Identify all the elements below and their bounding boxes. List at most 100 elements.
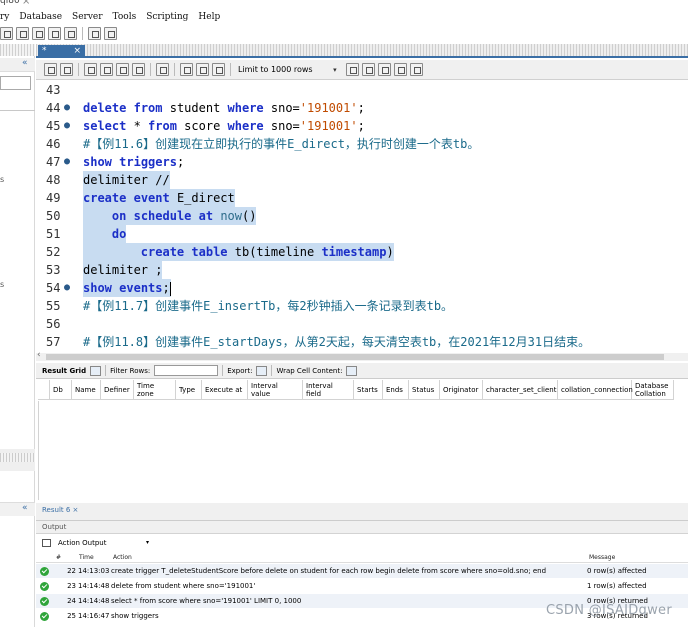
column-header[interactable]: Status — [409, 380, 440, 400]
toggle-error-icon[interactable] — [156, 63, 169, 76]
code-text[interactable]: create table tb(timeline timestamp) — [83, 243, 394, 261]
column-header[interactable]: collation_connection — [558, 380, 633, 400]
reconnect-icon[interactable] — [104, 27, 117, 40]
new-sql-tab-icon[interactable] — [0, 27, 13, 40]
column-header[interactable]: Originator — [440, 380, 483, 400]
wrap-cell-icon[interactable] — [346, 365, 358, 376]
column-header[interactable]: Name — [72, 380, 101, 400]
export-icon[interactable] — [256, 365, 268, 376]
tree-item-fragment[interactable]: s — [0, 175, 4, 184]
code-text[interactable]: do — [83, 225, 127, 243]
new-schema-icon[interactable] — [32, 27, 45, 40]
stop-icon[interactable] — [132, 63, 145, 76]
code-line[interactable]: 57 #【例11.8】创建事件E_startDays，从第2天起，每天清空表tb，… — [36, 333, 688, 351]
column-header[interactable]: character_set_client — [483, 380, 558, 400]
menu-database[interactable]: Database — [19, 12, 62, 22]
close-icon[interactable]: × — [73, 45, 81, 57]
code-text[interactable]: on schedule at now() — [83, 207, 257, 225]
limit-rows-select[interactable]: Limit to 1000 rows ▾ — [238, 65, 337, 74]
code-text[interactable]: delete from student where sno='191001'; — [83, 99, 365, 117]
code-line[interactable]: 48 delimiter // — [36, 171, 688, 189]
code-line[interactable]: 43 — [36, 81, 688, 99]
schema-filter-input[interactable] — [0, 76, 31, 90]
code-line[interactable]: 56 — [36, 315, 688, 333]
code-text[interactable]: delimiter // — [83, 171, 170, 189]
menu-scripting[interactable]: Scripting — [146, 12, 188, 22]
autocommit-icon[interactable] — [212, 63, 225, 76]
menu-tools[interactable]: Tools — [113, 12, 137, 22]
search-table-icon[interactable] — [88, 27, 101, 40]
open-file-icon[interactable] — [44, 63, 57, 76]
column-header[interactable]: Time zone — [134, 380, 176, 400]
chevron-down-icon: ▾ — [333, 66, 337, 74]
beautify-icon[interactable] — [345, 63, 359, 76]
collapse-chevron-icon[interactable]: « — [22, 503, 28, 513]
chevron-down-icon[interactable]: ▾ — [146, 539, 149, 546]
word-wrap-icon[interactable] — [409, 63, 423, 76]
column-header[interactable]: Database Collation — [632, 380, 674, 400]
success-check-icon — [40, 582, 49, 591]
scrollbar-thumb[interactable] — [46, 354, 664, 360]
code-line[interactable]: 54 ● show events; — [36, 279, 688, 297]
filter-rows-input[interactable] — [154, 365, 219, 376]
find-icon[interactable] — [361, 63, 375, 76]
new-table-icon[interactable] — [48, 27, 61, 40]
menu-help[interactable]: Help — [198, 12, 220, 22]
code-line[interactable]: 53 delimiter ; — [36, 261, 688, 279]
close-tab-icon[interactable]: × — [22, 0, 30, 7]
copy-icon[interactable] — [42, 539, 51, 547]
column-header[interactable]: Interval field — [303, 380, 354, 400]
menu-query[interactable]: ry — [0, 12, 9, 22]
editor-tab[interactable]: * × — [38, 45, 85, 58]
execute-icon[interactable] — [84, 63, 97, 76]
code-text[interactable]: #【例11.7】创建事件E_insertTb，每2秒钟插入一条记录到表tb。 — [83, 297, 453, 315]
code-text[interactable]: #【例11.6】创建现在立即执行的事件E_direct，执行时创建一个表tb。 — [83, 135, 479, 153]
code-line[interactable]: 50 on schedule at now() — [36, 207, 688, 225]
code-line[interactable]: 52 create table tb(timeline timestamp) — [36, 243, 688, 261]
tree-item-fragment[interactable]: s — [0, 280, 4, 289]
code-text[interactable]: #【例11.8】创建事件E_startDays，从第2天起，每天清空表tb，在2… — [83, 333, 590, 351]
column-header[interactable]: Definer — [101, 380, 134, 400]
result-grid-label[interactable]: Result Grid — [42, 367, 86, 375]
column-header[interactable]: Ends — [383, 380, 409, 400]
code-text[interactable]: create event E_direct — [83, 189, 235, 207]
code-line[interactable]: 51 do — [36, 225, 688, 243]
result-grid-body[interactable] — [38, 401, 688, 500]
code-text[interactable]: show events; — [83, 279, 171, 297]
code-line[interactable]: 49 create event E_direct — [36, 189, 688, 207]
panel-splitter[interactable] — [0, 449, 35, 471]
output-row[interactable]: 23 14:14:48 delete from student where sno=… — [36, 579, 688, 593]
panel-grip[interactable] — [0, 44, 35, 56]
rollback-icon[interactable] — [196, 63, 209, 76]
grid-icon[interactable] — [90, 365, 102, 376]
column-header[interactable]: Starts — [354, 380, 383, 400]
code-line[interactable]: 46 #【例11.6】创建现在立即执行的事件E_direct，执行时创建一个表tb… — [36, 135, 688, 153]
new-view-icon[interactable] — [64, 27, 77, 40]
code-line[interactable]: 45 ● select * from score where sno='191001… — [36, 117, 688, 135]
code-text[interactable]: select * from score where sno='191001'; — [83, 117, 365, 135]
code-line[interactable]: 44 ● delete from student where sno='191001… — [36, 99, 688, 117]
column-header[interactable]: Db — [50, 380, 72, 400]
search-icon[interactable] — [377, 63, 391, 76]
execute-current-icon[interactable] — [100, 63, 113, 76]
column-header[interactable]: Interval value — [248, 380, 303, 400]
code-text[interactable]: show triggers; — [83, 153, 184, 171]
code-line[interactable]: 55 #【例11.7】创建事件E_insertTb，每2秒钟插入一条记录到表tb。 — [36, 297, 688, 315]
save-icon[interactable] — [60, 63, 73, 76]
scroll-left-icon[interactable]: ‹ — [37, 350, 41, 360]
result-tab[interactable]: Result 6 × — [42, 506, 78, 514]
open-sql-icon[interactable] — [16, 27, 29, 40]
invisible-chars-icon[interactable] — [393, 63, 407, 76]
editor-horizontal-scrollbar[interactable]: ‹ — [36, 350, 688, 361]
action-output-select-label[interactable]: Action Output — [58, 539, 106, 547]
column-header[interactable]: Type — [176, 380, 202, 400]
commit-icon[interactable] — [180, 63, 193, 76]
code-line[interactable]: 47 ● show triggers; — [36, 153, 688, 171]
column-header[interactable]: Execute at — [202, 380, 248, 400]
explain-icon[interactable] — [116, 63, 129, 76]
collapse-chevron-icon[interactable]: « — [22, 58, 28, 68]
menu-server[interactable]: Server — [72, 12, 103, 22]
code-text[interactable]: delimiter ; — [83, 261, 163, 279]
output-row[interactable]: 22 14:13:03 create trigger T_deleteStudent… — [36, 564, 688, 578]
code-text-area[interactable]: 43 44 ● delete from student where sno='1910… — [36, 81, 688, 353]
